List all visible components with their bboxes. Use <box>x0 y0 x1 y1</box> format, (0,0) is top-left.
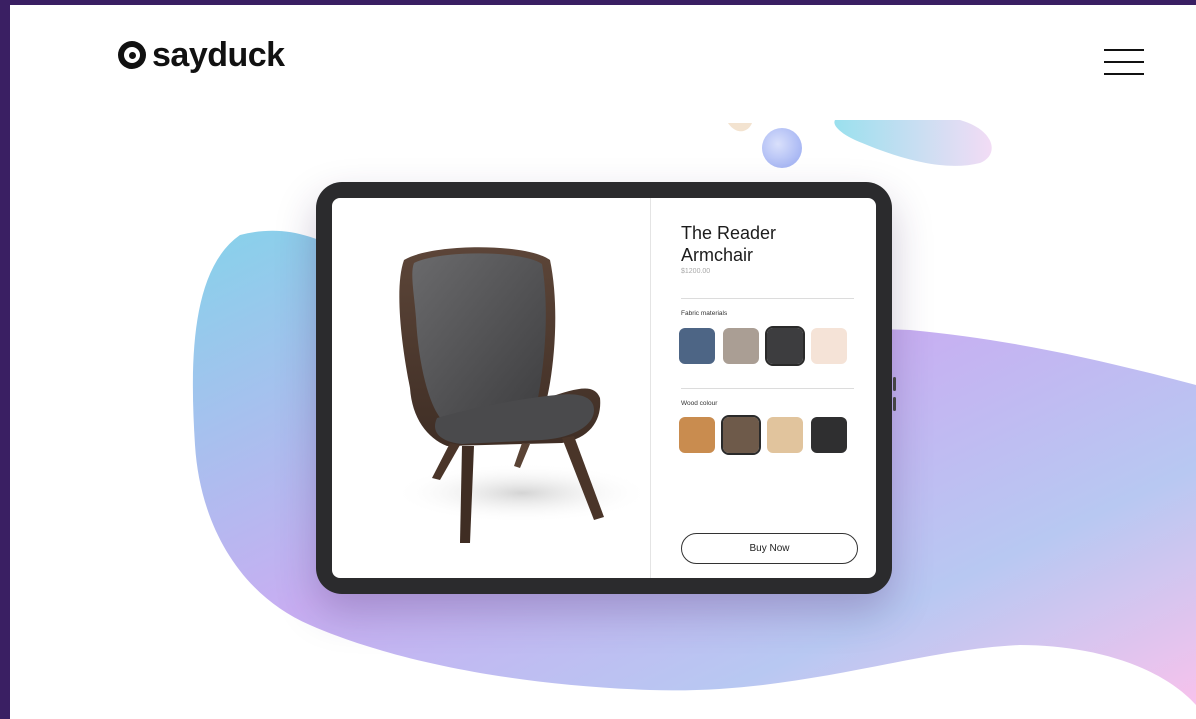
tablet-side-button <box>893 397 896 411</box>
hamburger-menu-icon[interactable] <box>1104 49 1144 77</box>
fabric-materials-label: Fabric materials <box>681 310 728 317</box>
floating-bubble <box>762 128 802 168</box>
tablet-screen: The Reader Armchair $1200.00 Fabric mate… <box>332 198 876 578</box>
wood-swatch-birch[interactable] <box>767 417 803 453</box>
wood-colour-label: Wood colour <box>681 400 718 407</box>
small-bubble <box>728 123 752 132</box>
menu-line <box>1104 49 1144 51</box>
product-title-line: Armchair <box>681 245 754 265</box>
product-title-line: The Reader <box>681 223 777 243</box>
menu-line <box>1104 61 1144 63</box>
sayduck-logo-icon <box>118 41 146 69</box>
product-price: $1200.00 <box>681 268 711 275</box>
fabric-swatch-blue[interactable] <box>679 328 715 364</box>
wood-swatch-walnut[interactable] <box>721 415 761 455</box>
wood-swatch-list <box>679 415 847 455</box>
fabric-swatch-blush[interactable] <box>811 328 847 364</box>
section-divider <box>681 388 854 389</box>
product-config-panel: The Reader Armchair $1200.00 Fabric mate… <box>651 198 876 578</box>
landing-page: sayduck The Reader Armchair $1200.00 Fab… <box>10 5 1196 719</box>
product-title: The Reader Armchair <box>681 222 861 266</box>
tablet-device: The Reader Armchair $1200.00 Fabric mate… <box>316 182 896 594</box>
armchair-image <box>392 247 652 543</box>
wood-swatch-black[interactable] <box>811 417 847 453</box>
fabric-swatch-taupe[interactable] <box>723 328 759 364</box>
menu-line <box>1104 73 1144 75</box>
wood-swatch-oak[interactable] <box>679 417 715 453</box>
buy-now-button[interactable]: Buy Now <box>681 533 858 564</box>
fabric-swatch-list <box>679 326 847 366</box>
3d-product-viewer[interactable] <box>332 198 652 578</box>
top-right-blob <box>834 120 992 166</box>
brand-name: sayduck <box>152 36 285 74</box>
brand-logo[interactable]: sayduck <box>118 35 285 75</box>
tablet-side-button <box>893 377 896 391</box>
fabric-swatch-charcoal[interactable] <box>765 326 805 366</box>
section-divider <box>681 298 854 299</box>
